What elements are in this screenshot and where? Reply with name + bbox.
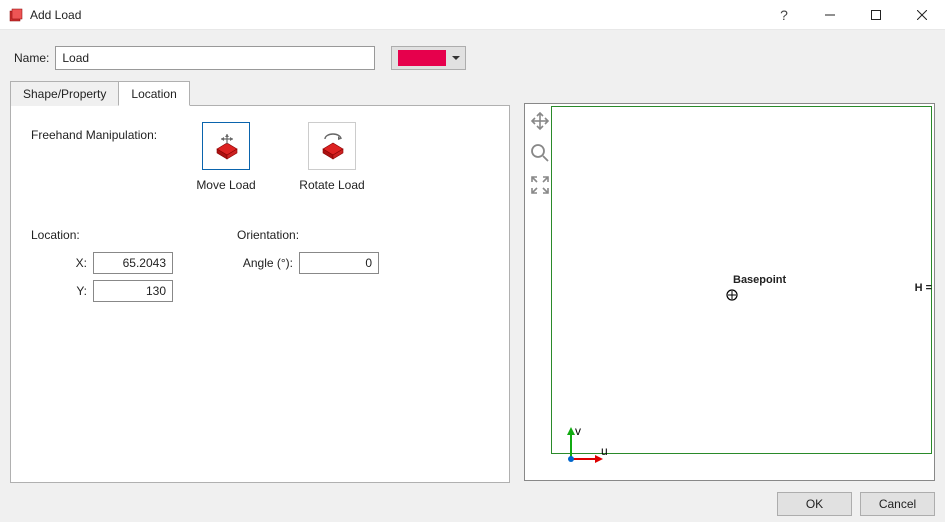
y-label: Y: <box>31 284 87 298</box>
tab-bar: Shape/Property Location <box>10 80 510 105</box>
tab-panel-location: Freehand Manipulation: <box>10 105 510 483</box>
orientation-group-title: Orientation: <box>237 228 379 242</box>
tab-location[interactable]: Location <box>118 81 189 106</box>
location-group: Location: X: Y: <box>31 228 173 308</box>
location-group-title: Location: <box>31 228 173 242</box>
maximize-button[interactable] <box>853 0 899 30</box>
cancel-button[interactable]: Cancel <box>860 492 935 516</box>
freehand-label: Freehand Manipulation: <box>31 122 191 192</box>
orientation-group: Orientation: Angle (°): <box>237 228 379 308</box>
rotate-load-label: Rotate Load <box>299 178 364 192</box>
basepoint-label: Basepoint <box>733 274 786 286</box>
close-button[interactable] <box>899 0 945 30</box>
angle-input[interactable] <box>299 252 379 274</box>
h-label: H = <box>915 282 932 294</box>
title-bar: Add Load ? <box>0 0 945 30</box>
axis-u-label: u <box>601 444 608 458</box>
axis-v-label: v <box>575 425 581 438</box>
tool-move-load[interactable]: Move Load <box>191 122 261 192</box>
window-title: Add Load <box>30 8 81 22</box>
rotate-load-icon <box>308 122 356 170</box>
ok-button[interactable]: OK <box>777 492 852 516</box>
dialog-buttons: OK Cancel <box>10 486 935 516</box>
help-button[interactable]: ? <box>761 0 807 30</box>
move-load-label: Move Load <box>196 178 255 192</box>
name-label: Name: <box>14 51 49 65</box>
x-label: X: <box>31 256 87 270</box>
move-load-icon <box>202 122 250 170</box>
preview-canvas[interactable]: Basepoint v u H = <box>524 103 935 481</box>
app-icon <box>8 7 24 23</box>
y-input[interactable] <box>93 280 173 302</box>
color-swatch <box>398 50 446 66</box>
zoom-tool-icon[interactable] <box>529 142 551 164</box>
minimize-button[interactable] <box>807 0 853 30</box>
name-row: Name: <box>14 46 935 70</box>
angle-label: Angle (°): <box>237 256 293 270</box>
tab-shape-property[interactable]: Shape/Property <box>10 81 119 106</box>
name-input[interactable] <box>55 46 375 70</box>
x-input[interactable] <box>93 252 173 274</box>
pan-tool-icon[interactable] <box>529 110 551 132</box>
basepoint-marker <box>725 288 739 305</box>
fit-tool-icon[interactable] <box>529 174 551 196</box>
tool-rotate-load[interactable]: Rotate Load <box>297 122 367 192</box>
chevron-down-icon <box>452 56 460 60</box>
axis-indicator: v u <box>561 425 611 472</box>
color-picker-button[interactable] <box>391 46 466 70</box>
